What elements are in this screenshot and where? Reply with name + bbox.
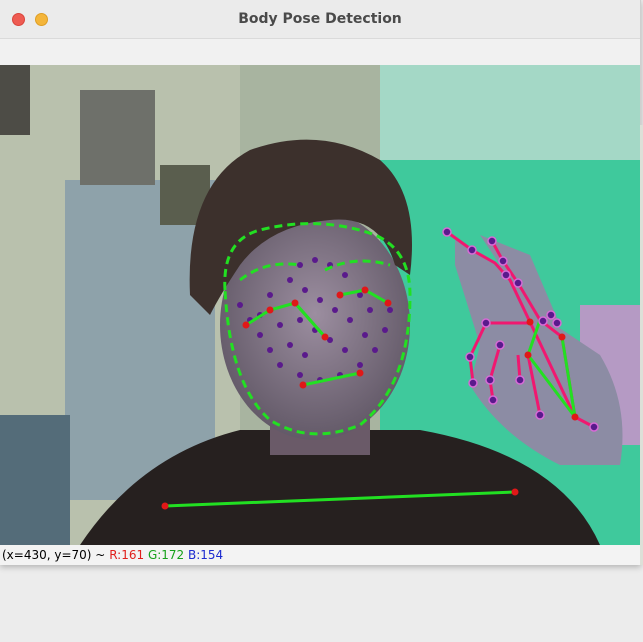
status-bar: (x=430, y=70) ~ R:161 G:172 B:154 [0, 545, 640, 565]
title-bar[interactable]: Body Pose Detection [0, 0, 640, 39]
red-value: R:161 [109, 548, 145, 562]
pose-canvas[interactable] [0, 65, 640, 545]
upper-wall [380, 65, 640, 160]
dark-corner [0, 65, 30, 135]
camera-view[interactable] [0, 65, 640, 545]
app-window: Body Pose Detection (x=430, y=70) ~ R:16… [0, 0, 641, 565]
toolbar-area [0, 39, 640, 65]
blue-value: B:154 [188, 548, 224, 562]
box-on-shelf [80, 90, 155, 185]
cursor-coords: (x=430, y=70) ~ [2, 548, 106, 562]
floor-left [0, 415, 70, 545]
green-value: G:172 [147, 548, 185, 562]
window-title: Body Pose Detection [238, 11, 402, 27]
